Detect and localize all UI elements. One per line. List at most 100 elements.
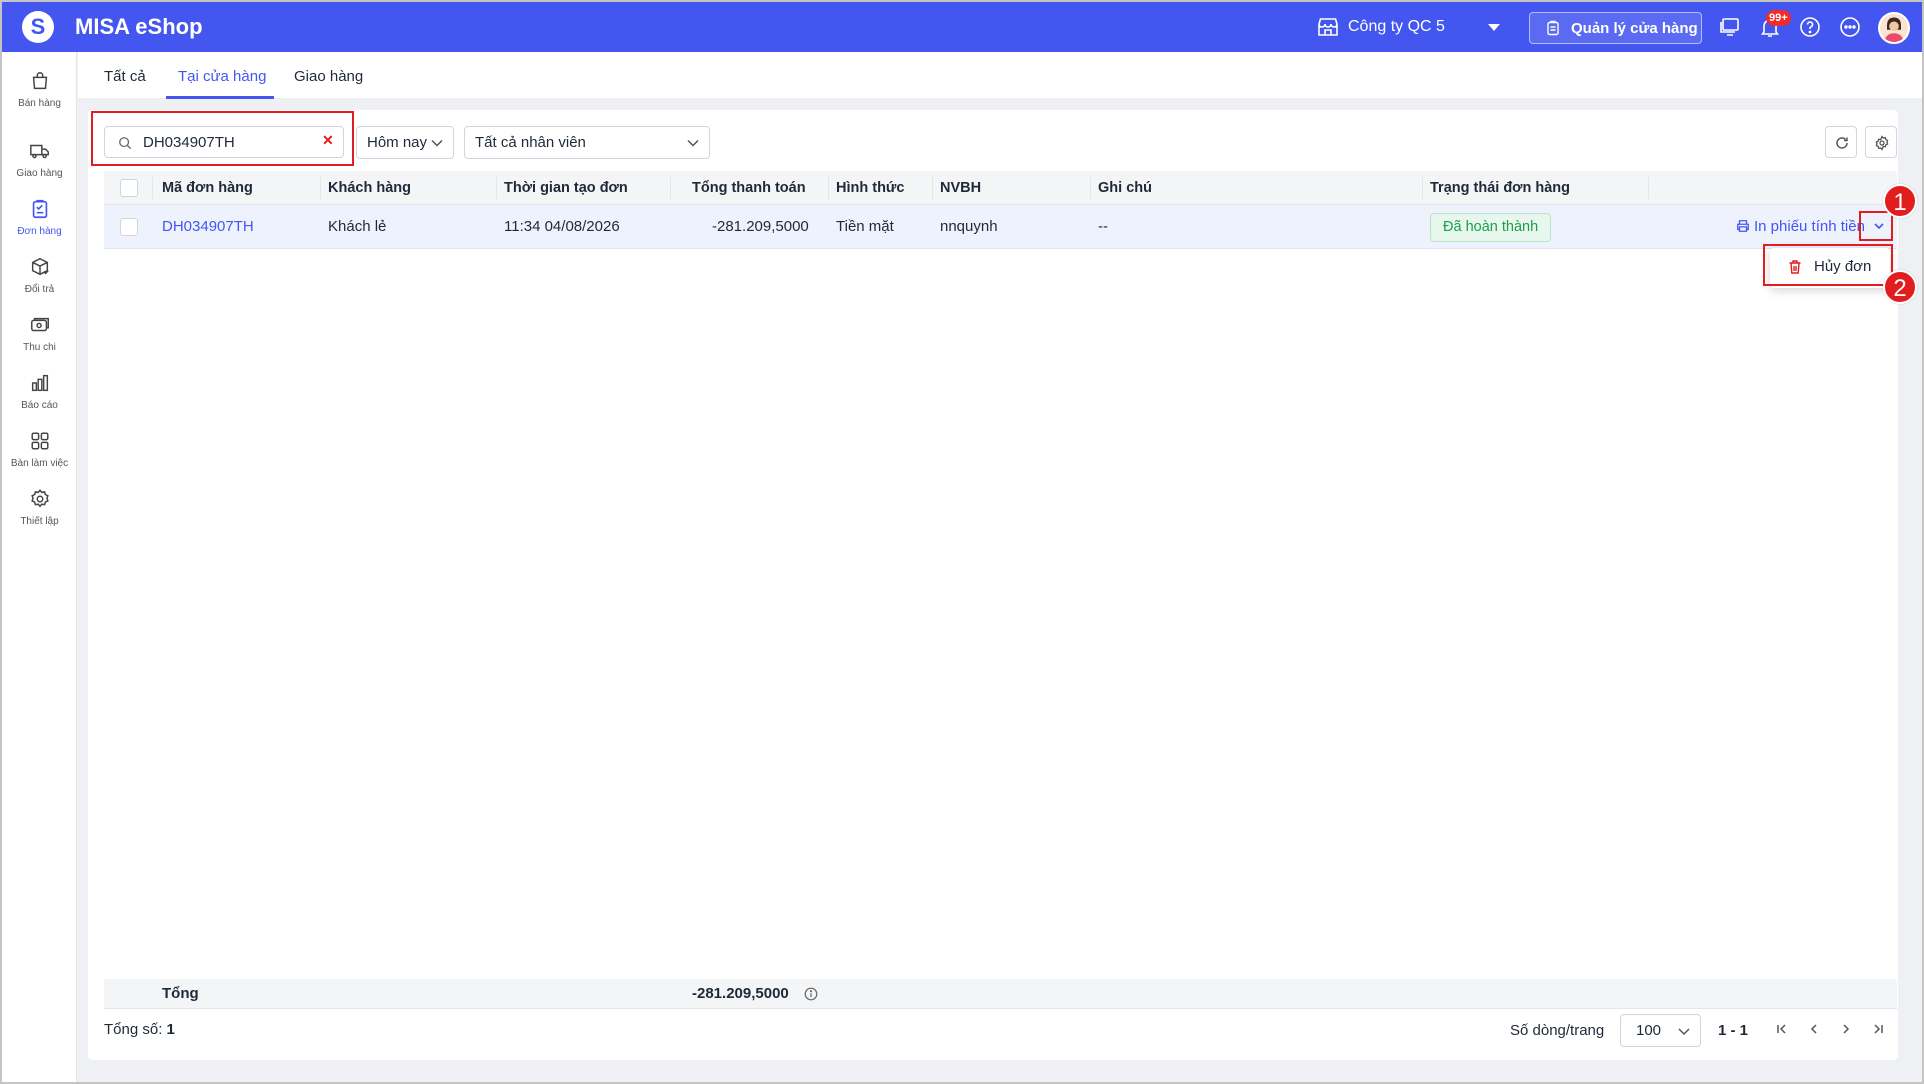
refresh-button[interactable] <box>1825 126 1857 158</box>
sidebar-item-label: Bán hàng <box>18 98 61 109</box>
orders-panel <box>88 110 1898 1060</box>
manage-store-label: Quản lý cửa hàng <box>1571 19 1698 37</box>
employee-select[interactable]: Tất cả nhân viên <box>464 126 710 159</box>
record-count-label: Tổng số: <box>104 1021 163 1038</box>
column-separator <box>496 177 497 199</box>
sidebar: Bán hàng Giao hàng Đơn hàng Đổi trả Thu … <box>2 52 77 1082</box>
sidebar-item-label: Báo cáo <box>21 400 58 411</box>
sidebar-item-label: Thiết lập <box>20 516 59 527</box>
tab-all[interactable]: Tất cả <box>104 68 146 85</box>
help-icon[interactable] <box>1798 15 1822 39</box>
rows-per-page-select[interactable]: 100 <box>1620 1014 1701 1047</box>
sidebar-item-workspace[interactable]: Bàn làm việc <box>2 426 77 480</box>
bar-chart-icon <box>31 374 48 392</box>
user-avatar[interactable] <box>1878 12 1910 44</box>
top-bar: S MISA eShop Công ty QC 5 Quản lý cửa hà… <box>2 2 1922 52</box>
select-all-checkbox[interactable] <box>120 179 138 197</box>
monitor-icon[interactable] <box>1718 15 1742 39</box>
avatar-icon <box>1884 17 1904 42</box>
active-tab-indicator <box>166 96 274 99</box>
summary-label: Tổng <box>162 985 199 1002</box>
customer-cell: Khách lẻ <box>328 218 387 235</box>
caret-down-icon[interactable] <box>1488 24 1500 31</box>
col-note[interactable]: Ghi chú <box>1098 180 1152 196</box>
tab-delivery[interactable]: Giao hàng <box>294 68 363 85</box>
highlight-search <box>91 111 354 166</box>
first-page-icon[interactable] <box>1775 1022 1789 1036</box>
record-count: Tổng số: 1 <box>104 1021 175 1038</box>
refresh-icon <box>1836 137 1848 149</box>
sidebar-item-label: Thu chi <box>23 342 56 353</box>
rows-per-page-label: Số dòng/trang <box>1510 1022 1605 1039</box>
col-payment[interactable]: Hình thức <box>836 180 905 196</box>
next-page-icon[interactable] <box>1839 1022 1853 1036</box>
page-range: 1 - 1 <box>1718 1022 1749 1039</box>
sidebar-item-sales[interactable]: Bán hàng <box>2 66 77 120</box>
column-separator <box>1090 177 1091 199</box>
tab-in-store[interactable]: Tại cửa hàng <box>178 68 266 85</box>
total-cell: -281.209,5000 <box>712 218 809 235</box>
summary-row: Tổng -281.209,5000 <box>104 979 1897 1009</box>
app-logo-icon[interactable]: S <box>22 11 54 43</box>
sidebar-item-reports[interactable]: Báo cáo <box>2 368 77 422</box>
column-separator <box>828 177 829 199</box>
record-count-value: 1 <box>166 1021 175 1038</box>
sidebar-item-settings[interactable]: Thiết lập <box>2 484 77 538</box>
chevron-down-icon <box>431 139 443 147</box>
chevron-down-icon <box>687 139 699 147</box>
sidebar-item-label: Đổi trả <box>24 284 55 295</box>
col-status[interactable]: Trạng thái đơn hàng <box>1430 180 1570 196</box>
return-box-icon <box>31 257 49 276</box>
highlight-row-actions <box>1859 211 1893 241</box>
col-seller[interactable]: NVBH <box>940 180 981 196</box>
sidebar-item-orders[interactable]: Đơn hàng <box>2 194 77 248</box>
column-separator <box>1422 177 1423 199</box>
sidebar-item-label: Bàn làm việc <box>10 458 69 469</box>
gear-icon <box>1875 135 1889 151</box>
col-customer[interactable]: Khách hàng <box>328 180 411 196</box>
print-receipt-link[interactable]: In phiếu tính tiền <box>1736 218 1865 235</box>
date-range-value: Hôm nay <box>367 134 428 151</box>
more-icon[interactable] <box>1838 15 1862 39</box>
col-total[interactable]: Tổng thanh toán <box>692 180 806 196</box>
seller-cell: nnquynh <box>940 218 998 235</box>
col-order-code[interactable]: Mã đơn hàng <box>162 180 253 196</box>
column-separator <box>152 177 153 199</box>
bag-icon <box>32 72 47 90</box>
store-selector[interactable]: Công ty QC 5 <box>1348 18 1445 36</box>
notification-badge: 99+ <box>1766 10 1791 26</box>
rows-per-page-value: 100 <box>1636 1022 1662 1039</box>
col-created-at[interactable]: Thời gian tạo đơn <box>504 180 628 196</box>
table-row[interactable]: DH034907TH Khách lẻ 11:34 04/08/2026 -28… <box>104 205 1897 249</box>
date-range-select[interactable]: Hôm nay <box>356 126 454 159</box>
column-separator <box>320 177 321 199</box>
manage-store-button[interactable]: Quản lý cửa hàng <box>1529 12 1702 44</box>
truck-icon <box>29 144 49 159</box>
gear-icon <box>30 489 49 508</box>
sidebar-item-returns[interactable]: Đổi trả <box>2 252 77 306</box>
payment-cell: Tiền mặt <box>836 218 894 235</box>
column-separator <box>1648 177 1649 199</box>
table-header: Mã đơn hàng Khách hàng Thời gian tạo đơn… <box>104 171 1897 205</box>
created-at-cell: 11:34 04/08/2026 <box>504 218 620 235</box>
sidebar-item-delivery[interactable]: Giao hàng <box>2 136 77 190</box>
order-code-link[interactable]: DH034907TH <box>162 218 254 235</box>
summary-total: -281.209,5000 <box>692 985 789 1002</box>
tab-bar: Tất cả Tại cửa hàng Giao hàng <box>78 52 1922 99</box>
row-checkbox[interactable] <box>120 218 138 236</box>
employee-value: Tất cả nhân viên <box>475 134 586 151</box>
sidebar-item-cashflow[interactable]: Thu chi <box>2 310 77 364</box>
info-icon[interactable] <box>804 987 818 1001</box>
status-badge: Đã hoàn thành <box>1430 213 1552 242</box>
clipboard-icon <box>1547 20 1559 36</box>
previous-page-icon[interactable] <box>1807 1022 1821 1036</box>
settings-button[interactable] <box>1865 126 1897 158</box>
app-window: S MISA eShop Công ty QC 5 Quản lý cửa hà… <box>0 0 1924 1084</box>
column-separator <box>932 177 933 199</box>
printer-icon <box>1737 220 1749 232</box>
last-page-icon[interactable] <box>1871 1022 1885 1036</box>
callout-step-2: 2 <box>1883 270 1917 304</box>
sidebar-item-label: Giao hàng <box>16 168 63 179</box>
callout-step-1: 1 <box>1883 184 1917 218</box>
store-icon[interactable] <box>1316 15 1340 39</box>
